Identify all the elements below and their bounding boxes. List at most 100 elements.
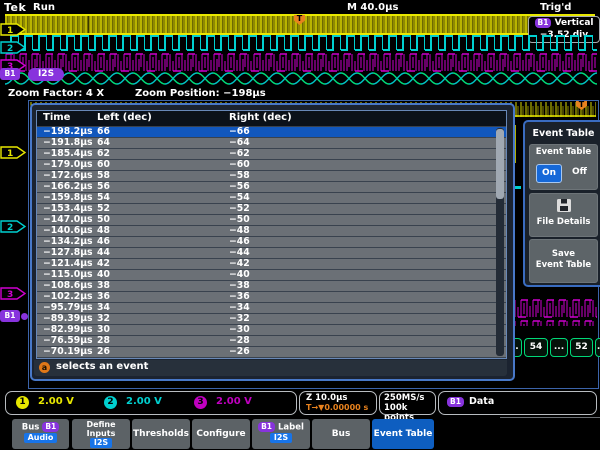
ch2-overview-marker[interactable]: 2 <box>0 41 26 54</box>
acquisition-box: 250MS/s 100k points <box>379 391 436 415</box>
channel-readouts-box: 1 2.00 V 2 2.00 V 3 2.00 V <box>5 391 297 415</box>
cell-right: −46 <box>229 236 250 247</box>
ch1-zoom-marker[interactable]: 1 <box>0 146 26 159</box>
cell-time: −76.59µs <box>43 335 93 346</box>
menu-thresholds-button[interactable]: Thresholds <box>132 419 190 449</box>
ch3-overview-waveform <box>5 52 597 73</box>
toggle-off[interactable]: Off <box>572 167 587 177</box>
define-inputs-line1: Define <box>72 420 130 429</box>
cell-left: 30 <box>97 324 110 335</box>
vertical-badge-title: Vertical <box>555 18 594 28</box>
cell-right: −38 <box>229 280 250 291</box>
zoom-scale-box: Z 10.0µs T→▼0.00000 s <box>299 391 377 415</box>
event-table-toggle-button[interactable]: Event Table On Off <box>529 144 598 190</box>
menu-bus-display-button[interactable]: Bus Display <box>312 419 370 449</box>
bus-display-label: Bus Display <box>312 419 370 449</box>
bus-decode-value[interactable]: ... <box>595 338 600 357</box>
cell-time: −89.39µs <box>43 313 93 324</box>
menu-bus-button[interactable]: Bus B1 Audio <box>12 419 69 449</box>
knob-hint-text: selects an event <box>56 361 148 372</box>
cell-right: −48 <box>229 225 250 236</box>
bus-decode-value[interactable]: 54 <box>524 338 548 357</box>
svg-text:2: 2 <box>7 223 13 233</box>
event-table-header: Time Left (dec) Right (dec) <box>37 111 506 127</box>
cell-time: −159.8µs <box>43 192 93 203</box>
bus-zoom-marker[interactable]: B1 <box>0 310 20 322</box>
floppy-disk-icon <box>556 198 572 213</box>
cell-right: −32 <box>229 313 250 324</box>
cell-time: −108.6µs <box>43 280 93 291</box>
sample-rate-readout: 250MS/s <box>384 393 435 403</box>
svg-text:1: 1 <box>7 26 13 36</box>
ch2-overview-waveform <box>5 33 597 53</box>
ch3-badge[interactable]: 3 <box>194 396 207 409</box>
toggle-on[interactable]: On <box>536 164 562 183</box>
cell-time: −82.99µs <box>43 324 93 335</box>
cell-left: 62 <box>97 148 110 159</box>
zoom-position-readout: Zoom Position: −198µs <box>135 88 266 99</box>
bus-overview-marker[interactable]: B1 <box>0 68 20 80</box>
configure-label: Configure <box>192 419 250 449</box>
zoom-window-bracket[interactable] <box>88 16 89 33</box>
cell-left: 32 <box>97 313 110 324</box>
cell-time: −191.8µs <box>43 137 93 148</box>
cell-right: −50 <box>229 214 250 225</box>
divider <box>500 417 600 418</box>
cell-right: −42 <box>229 258 250 269</box>
ch2-zoom-marker[interactable]: 2 <box>0 220 26 233</box>
oscilloscope-screen: Tek Run M 40.0µs Trig'd T B1 Vertical −3… <box>0 0 600 450</box>
event-table-dialog: Time Left (dec) Right (dec) −198.2µs66−6… <box>30 103 515 381</box>
bus-decode-value[interactable]: ... <box>550 338 568 357</box>
bus-label-bubble[interactable]: I2S <box>28 68 64 81</box>
cell-time: −70.19µs <box>43 346 93 357</box>
ch1-scale-readout: 2.00 V <box>38 396 74 407</box>
cell-right: −60 <box>229 159 250 170</box>
cell-right: −30 <box>229 324 250 335</box>
cell-right: −44 <box>229 247 250 258</box>
cell-left: 42 <box>97 258 110 269</box>
trigger-position-readout: T→▼0.00000 s <box>306 403 376 412</box>
bus-readout-box: B1 Data <box>438 391 597 415</box>
cell-left: 26 <box>97 346 110 357</box>
menu-configure-button[interactable]: Configure <box>192 419 250 449</box>
file-details-button[interactable]: File Details <box>529 193 598 237</box>
cell-left: 56 <box>97 181 110 192</box>
b1-badge: B1 <box>258 422 275 432</box>
event-table-label: Event Table <box>372 419 434 449</box>
cell-time: −172.6µs <box>43 170 93 181</box>
cell-time: −147.0µs <box>43 214 93 225</box>
side-menu-title: Event Table <box>525 128 600 139</box>
zoom-factor-readout: Zoom Factor: 4 X <box>8 88 104 99</box>
ch1-overview-marker[interactable]: 1 <box>0 23 26 36</box>
menu-event-table-button[interactable]: Event Table <box>372 419 434 449</box>
ch2-badge[interactable]: 2 <box>104 396 117 409</box>
cell-time: −185.4µs <box>43 148 93 159</box>
cell-right: −26 <box>229 346 250 357</box>
scrollbar-thumb[interactable] <box>496 129 504 199</box>
file-details-label: File Details <box>530 217 597 228</box>
svg-text:3: 3 <box>7 290 13 300</box>
cell-time: −127.8µs <box>43 247 93 258</box>
menu-define-inputs-button[interactable]: Define Inputs I2S <box>72 419 130 449</box>
cell-time: −102.2µs <box>43 291 93 302</box>
ch1-badge[interactable]: 1 <box>16 396 29 409</box>
bus-zoom-marker-dot <box>21 313 28 320</box>
menu-label-button[interactable]: B1 Label I2S <box>252 419 310 449</box>
ch3-scale-readout: 2.00 V <box>216 396 252 407</box>
side-menu-panel: Event Table Event Table On Off File Deta… <box>523 120 600 287</box>
event-table: Time Left (dec) Right (dec) −198.2µs66−6… <box>36 110 507 359</box>
scrollbar-track[interactable] <box>496 128 504 356</box>
define-inputs-line2: Inputs <box>72 429 130 438</box>
cell-right: −52 <box>229 203 250 214</box>
save-event-table-button[interactable]: Save Event Table <box>529 239 598 283</box>
cell-left: 58 <box>97 170 110 181</box>
cell-left: 40 <box>97 269 110 280</box>
cell-time: −121.4µs <box>43 258 93 269</box>
bus-type-value: Audio <box>24 433 58 443</box>
ch3-zoom-marker[interactable]: 3 <box>0 287 26 300</box>
cell-right: −34 <box>229 302 250 313</box>
cell-left: 34 <box>97 302 110 313</box>
cell-time: −153.4µs <box>43 203 93 214</box>
bus-decode-value[interactable]: 52 <box>570 338 593 357</box>
table-row[interactable]: −70.19µs 26 −26 <box>37 347 506 358</box>
